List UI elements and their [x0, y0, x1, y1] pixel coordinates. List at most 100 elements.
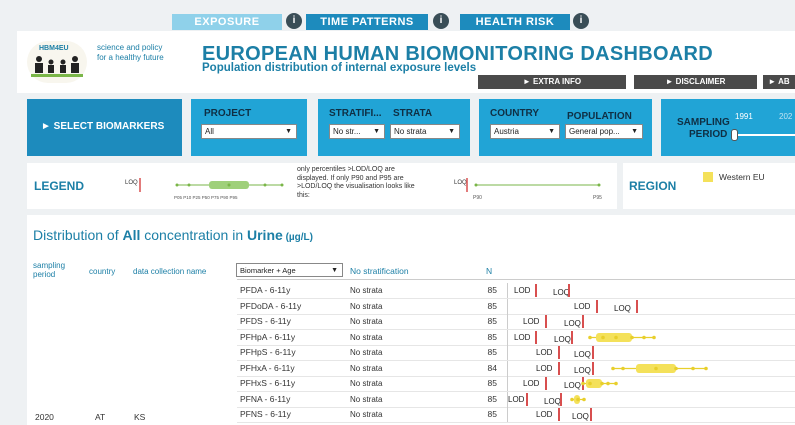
percentile-point: [621, 366, 625, 370]
legend-title: LEGEND: [34, 179, 85, 193]
strata-select[interactable]: No strata ▼: [390, 124, 460, 139]
table-row[interactable]: PFHxA - 6-11y No strata 84 LOD LOQ: [27, 360, 795, 377]
lod-line: [558, 408, 560, 421]
table-row[interactable]: PFNA - 6-11y No strata 85 LOD LOQ: [27, 391, 795, 408]
row-boxplot-area: LOD LOQ: [507, 345, 795, 360]
percentile-point: [652, 335, 656, 339]
percentile-point: [588, 381, 592, 386]
logo-text: HBM4EU: [39, 45, 69, 52]
sampling-start-value: 1991: [735, 112, 753, 121]
distribution-panel: Distribution of All concentration in Uri…: [27, 215, 795, 425]
strata-value: No strata: [350, 348, 383, 357]
disclaimer-button[interactable]: ► DISCLAIMER: [634, 75, 757, 89]
col-header-country: country: [89, 267, 116, 276]
table-row[interactable]: PFDoDA - 6-11y No strata 85 LOD LOQ: [27, 298, 795, 315]
lod-line: [596, 299, 598, 313]
row-sampling-value: 2020: [35, 412, 54, 422]
strata-label: STRATA: [393, 108, 433, 119]
extra-info-button[interactable]: ► EXTRA INFO: [478, 75, 626, 89]
biomarker-age-select[interactable]: Biomarker + Age ▼: [236, 263, 343, 277]
loq-line: [636, 299, 638, 313]
exposure-info-icon[interactable]: i: [286, 13, 302, 29]
n-value: 85: [487, 300, 497, 311]
n-value: 85: [487, 285, 497, 295]
distribution-heading: Distribution of All concentration in Uri…: [33, 227, 313, 243]
header-divider: [237, 279, 795, 280]
sampling-slider-handle[interactable]: [731, 129, 738, 141]
biomarker-label: PFDS - 6-11y: [240, 316, 291, 326]
row-boxplot-area: LOD LOQ: [507, 360, 795, 376]
loq-line: [590, 408, 592, 421]
biomarker-label: PFNA - 6-11y: [240, 393, 291, 404]
select-biomarkers-button[interactable]: ► SELECT BIOMARKERS: [27, 99, 182, 156]
percentile-point: [654, 366, 658, 370]
n-value: 84: [487, 362, 497, 373]
strata-value: No strata: [350, 394, 383, 404]
percentile-point: [704, 366, 708, 370]
country-label: COUNTRY: [490, 108, 540, 119]
heading-unit: (µg/L): [282, 232, 313, 243]
chevron-down-icon: ▼: [548, 128, 555, 135]
percentile-point: [691, 366, 695, 370]
row-boxplot-area: LOD LOQ: [507, 329, 795, 345]
table-row[interactable]: PFDA - 6-11y No strata 85 LOD LOQ: [27, 283, 795, 299]
boxplot-mark[interactable]: [508, 361, 795, 376]
tagline-line2: for a healthy future: [97, 53, 164, 62]
lod-label: LOD: [514, 286, 531, 295]
lod-line: [558, 346, 560, 359]
project-value: All: [205, 127, 214, 136]
strata-value: No strata: [350, 410, 383, 419]
n-value: 85: [487, 409, 497, 419]
biomarker-label: PFDoDA - 6-11y: [240, 300, 302, 311]
biomarker-label: PFHxS - 6-11y: [240, 378, 296, 388]
table-row[interactable]: PFHpA - 6-11y No strata 85 LOD LOQ: [27, 329, 795, 346]
row-country-value: AT: [95, 412, 106, 422]
row-boxplot-area: LOD LOQ: [507, 283, 795, 298]
col-header-data-collection: data collection name: [133, 267, 207, 276]
country-select[interactable]: Austria ▼: [490, 124, 560, 139]
tab-exposure[interactable]: EXPOSURE: [172, 14, 282, 30]
strata-value: No strata: [350, 317, 383, 326]
lod-line: [545, 315, 547, 328]
percentile-point: [630, 335, 634, 339]
tab-time-patterns[interactable]: TIME PATTERNS: [306, 14, 428, 30]
percentile-point: [642, 335, 646, 339]
chevron-down-icon: ▼: [331, 267, 338, 274]
n-value: 85: [487, 347, 497, 357]
percentile-point: [588, 335, 592, 339]
percentile-point: [674, 366, 678, 370]
region-box: REGION Western EU: [623, 163, 795, 209]
country-value: Austria: [494, 127, 519, 136]
period-label: PERIOD: [689, 129, 728, 140]
col-header-sampling: sampling period: [33, 261, 66, 279]
col-header-stratification: No stratification: [350, 266, 409, 276]
lod-label: LOD: [523, 317, 540, 326]
heading-matrix: Urine: [247, 227, 283, 243]
legend-percentile-ticks: P05 P10 P25 P50 P75 P90 P95: [174, 195, 238, 200]
legend-boxplot: [139, 178, 284, 192]
about-button[interactable]: ► AB: [763, 75, 795, 89]
boxplot-mark[interactable]: [508, 330, 795, 345]
legend-note: only percentiles >LOD/LOQ are displayed.…: [297, 166, 415, 199]
health-risk-info-icon[interactable]: i: [573, 13, 589, 29]
table-row[interactable]: PFHxS - 6-11y No strata 85 LOD LOQ: [27, 376, 795, 392]
tab-health-risk[interactable]: HEALTH RISK: [460, 14, 570, 30]
stratification-select[interactable]: No str... ▼: [329, 124, 385, 139]
region-swatch: [703, 172, 713, 182]
boxplot-mark[interactable]: [508, 376, 795, 391]
percentile-point: [600, 381, 604, 386]
time-patterns-info-icon[interactable]: i: [433, 13, 449, 29]
legend-boxplot-p90-p95: [466, 178, 601, 192]
boxplot-mark[interactable]: [508, 392, 795, 407]
population-select[interactable]: General pop... ▼: [565, 124, 643, 139]
sampling-end-value: 202: [779, 112, 793, 121]
n-value: 85: [487, 393, 497, 404]
project-select[interactable]: All ▼: [201, 124, 297, 139]
row-dcn-value: KS: [134, 412, 146, 422]
sampling-slider-track[interactable]: [735, 134, 795, 136]
row-divider: [237, 422, 795, 423]
legend-p90-label: P90: [473, 195, 482, 201]
table-row[interactable]: PFHpS - 6-11y No strata 85 LOD LOQ: [27, 345, 795, 361]
table-row[interactable]: PFDS - 6-11y No strata 85 LOD LOQ: [27, 314, 795, 330]
biomarker-label: PFHpA - 6-11y: [240, 331, 296, 342]
